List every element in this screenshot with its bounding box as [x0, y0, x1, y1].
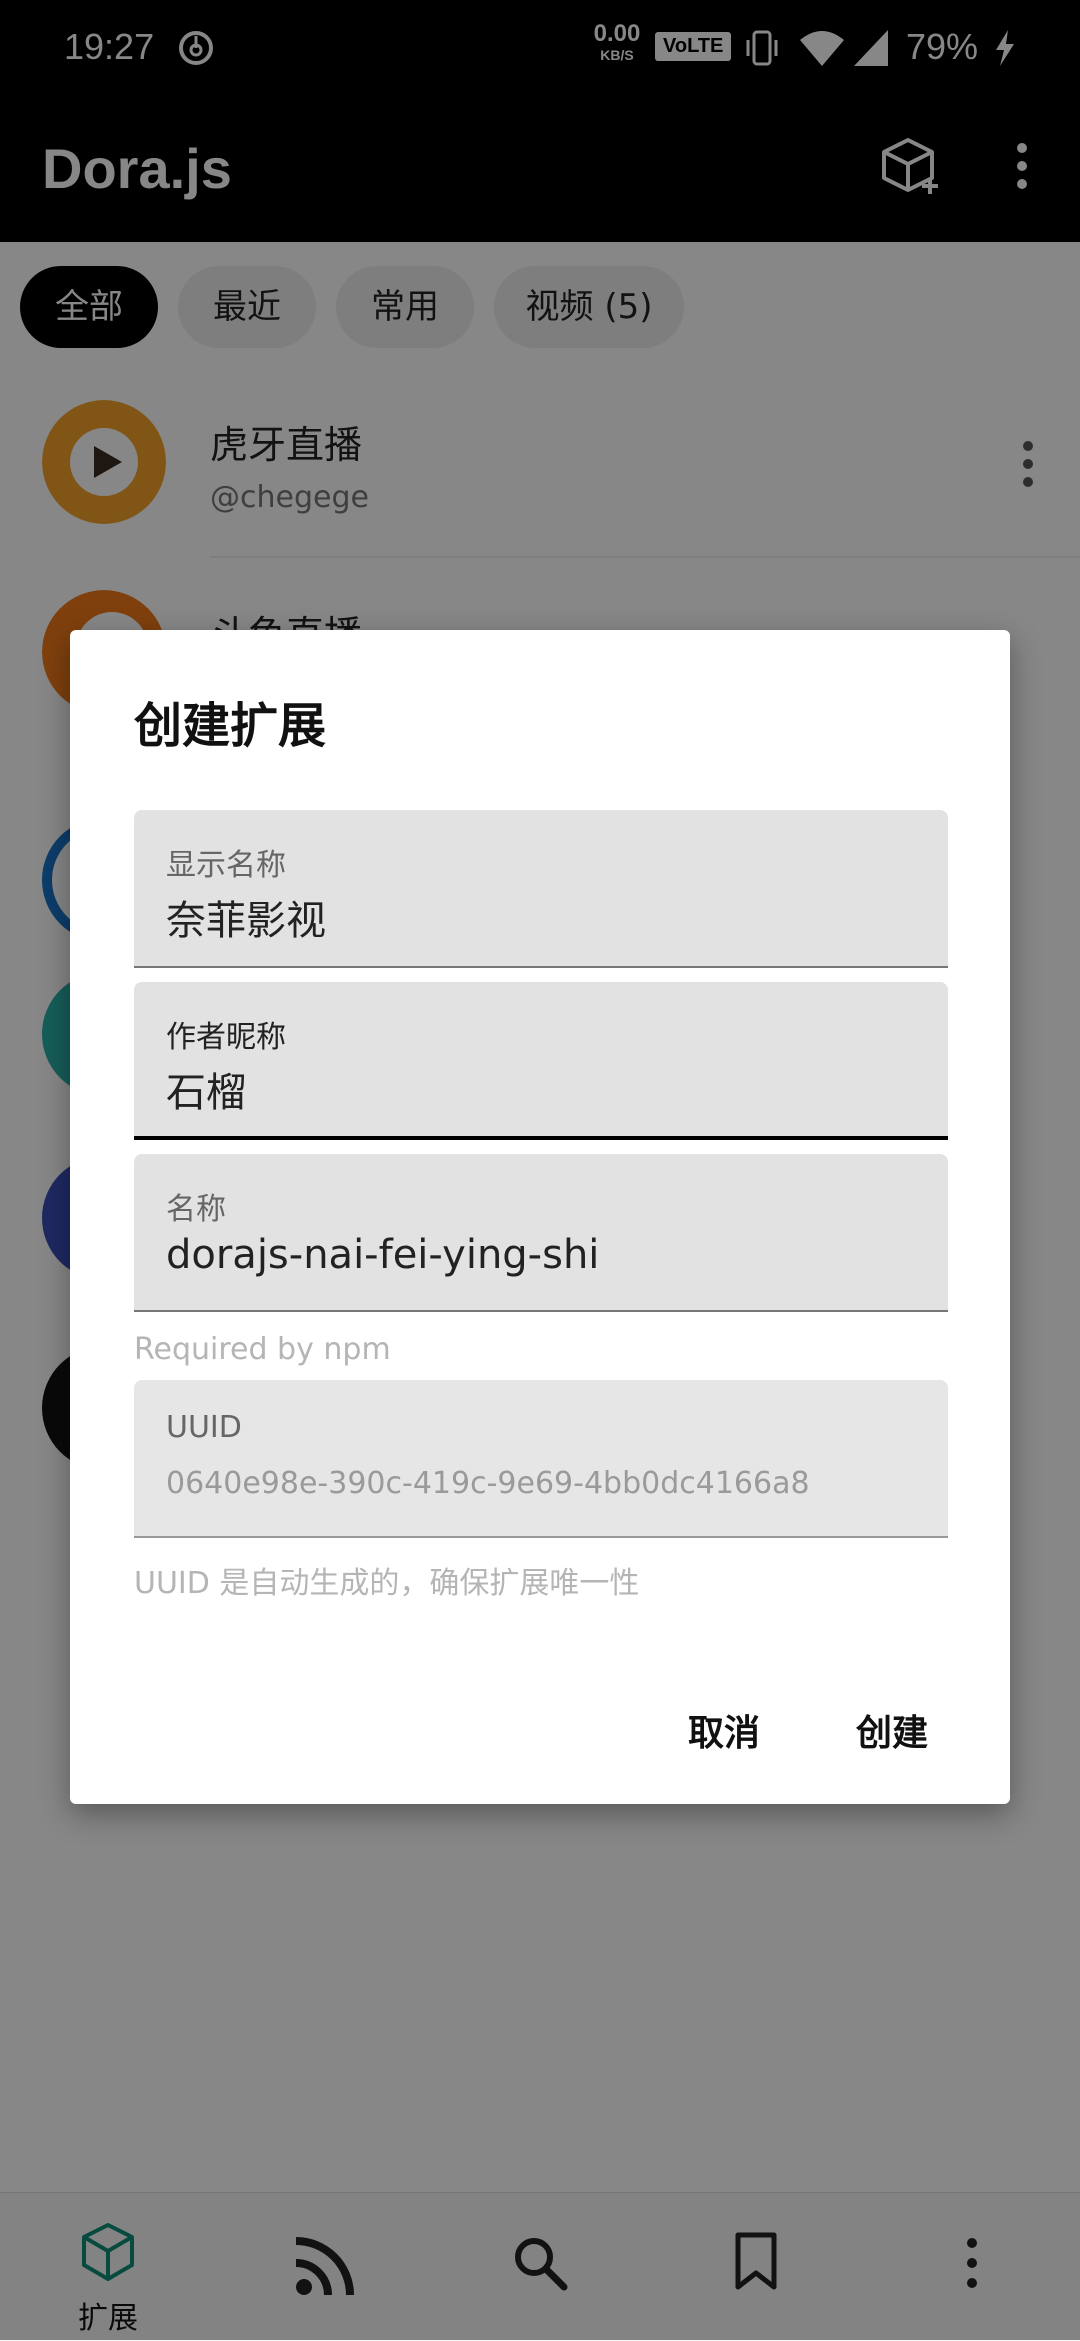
uuid-label: UUID [166, 1410, 242, 1445]
uuid-field: UUID 0640e98e-390c-419c-9e69-4bb0dc4166a… [134, 1380, 948, 1538]
uuid-value: 0640e98e-390c-419c-9e69-4bb0dc4166a8 [166, 1466, 810, 1501]
dialog-title: 创建扩展 [134, 698, 327, 754]
uuid-helper: UUID 是自动生成的，确保扩展唯一性 [134, 1566, 640, 1601]
display-name-label: 显示名称 [166, 848, 286, 883]
display-name-value: 奈菲影视 [166, 898, 326, 944]
cancel-button[interactable]: 取消 [688, 1704, 760, 1756]
author-name-value: 石榴 [166, 1070, 246, 1116]
package-name-value: dorajs-nai-fei-ying-shi [166, 1232, 600, 1278]
package-name-label: 名称 [166, 1192, 226, 1227]
display-name-field[interactable]: 显示名称 奈菲影视 [134, 810, 948, 968]
package-name-field[interactable]: 名称 dorajs-nai-fei-ying-shi [134, 1154, 948, 1312]
package-name-helper: Required by npm [134, 1332, 391, 1367]
author-name-field[interactable]: 作者昵称 石榴 [134, 982, 948, 1140]
create-button[interactable]: 创建 [856, 1704, 928, 1756]
create-extension-dialog: 创建扩展 显示名称 奈菲影视 作者昵称 石榴 名称 dorajs-nai-fei… [70, 630, 1010, 1804]
author-name-label: 作者昵称 [166, 1020, 286, 1055]
